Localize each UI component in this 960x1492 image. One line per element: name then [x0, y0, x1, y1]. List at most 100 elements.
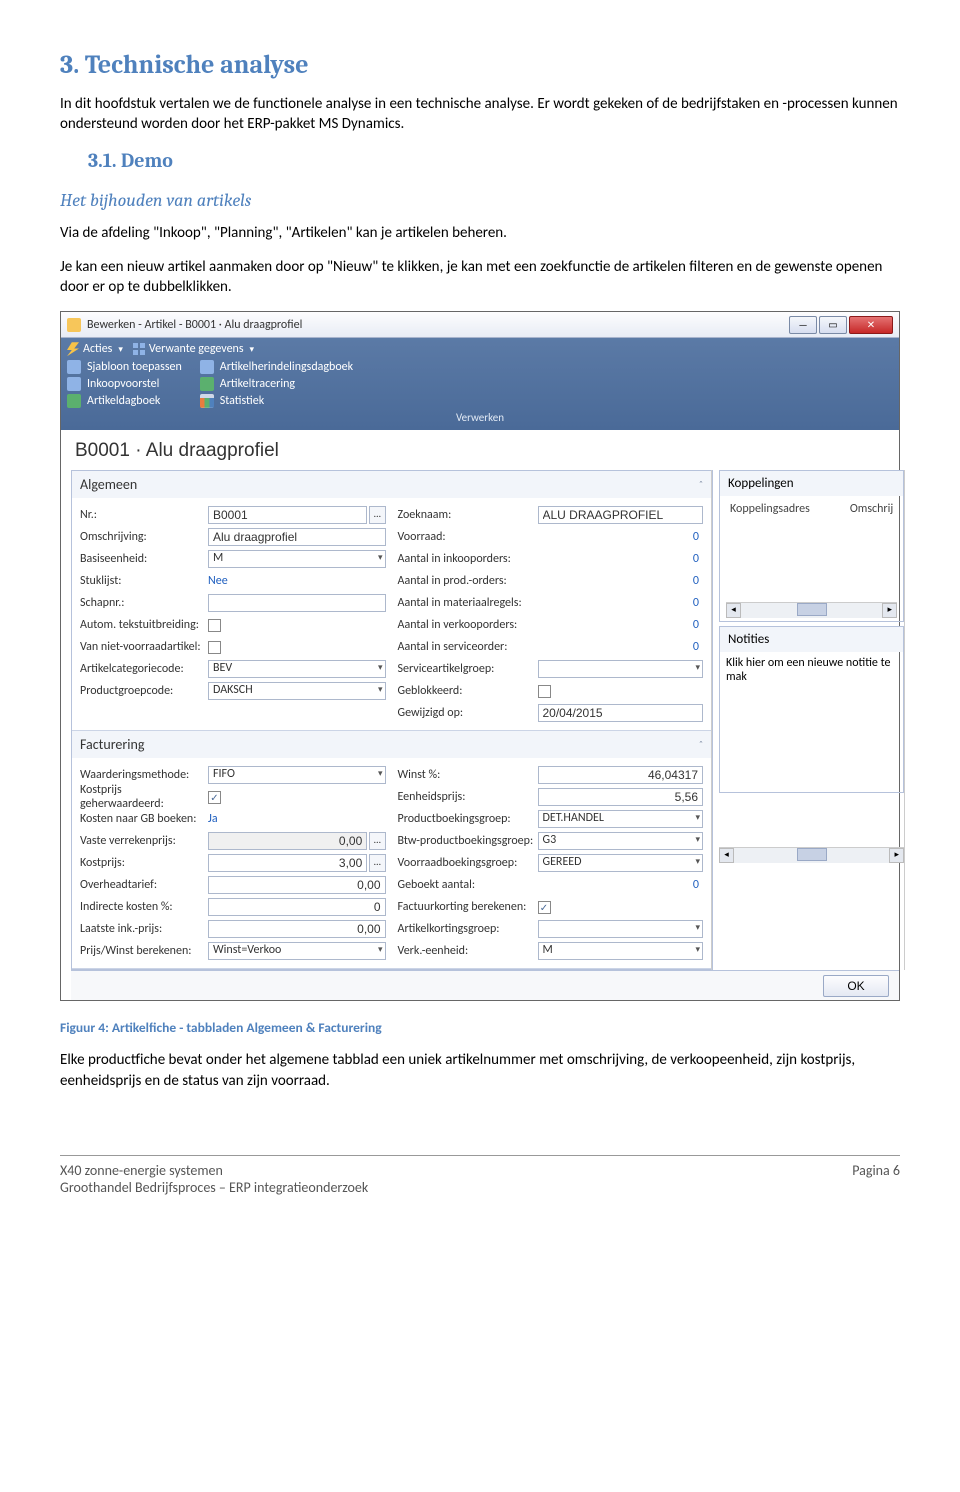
servgrp-dropdown[interactable] [538, 660, 704, 678]
label-kostprijs: Kostprijs: [80, 856, 208, 870]
trace-icon [200, 377, 214, 391]
para-3: Je kan een nieuw artikel aanmaken door o… [60, 257, 900, 298]
close-button[interactable]: ✕ [849, 316, 893, 334]
label-artcat: Artikelcategoriecode: [80, 662, 208, 676]
label-indirect: Indirecte kosten %: [80, 900, 208, 914]
vaste-lookup-button[interactable]: … [369, 832, 385, 850]
heading-2: 3.1. Demo [88, 149, 900, 172]
ribbon-statistiek[interactable]: Statistiek [200, 394, 353, 408]
mat-value[interactable]: 0 [538, 596, 704, 610]
label-inkoop: Aantal in inkooporders: [398, 552, 538, 566]
label-gebl: Geblokkeerd: [398, 684, 538, 698]
section-facturering-header[interactable]: Factureringˆ [72, 731, 711, 758]
nr-field[interactable] [208, 506, 367, 524]
ribbon-sjabloon[interactable]: Sjabloon toepassen [67, 360, 182, 374]
heading-3: Het bijhouden van artikels [60, 190, 900, 211]
kop-col-adres: Koppelingsadres [730, 502, 810, 516]
chart-icon [200, 394, 214, 408]
minimize-button[interactable]: — [789, 316, 817, 334]
lightning-icon [67, 342, 79, 356]
ribbon-tracering[interactable]: Artikeltracering [200, 377, 353, 391]
maximize-button[interactable]: ▭ [819, 316, 847, 334]
artk-dropdown[interactable] [538, 920, 704, 938]
window-title: Bewerken - Artikel - B0001 · Alu draagpr… [87, 318, 789, 332]
label-schapnr: Schapnr.: [80, 596, 208, 610]
label-overhead: Overheadtarief: [80, 878, 208, 892]
right-hscrollbar[interactable]: ◂▸ [719, 847, 904, 862]
gewij-field[interactable] [538, 704, 704, 722]
btw-dropdown[interactable]: G3 [538, 832, 704, 850]
kop-col-omschrij: Omschrij [850, 502, 893, 516]
ribbon-herindeling[interactable]: Artikelherindelingsdagboek [200, 360, 353, 374]
koppelingen-header[interactable]: Koppelingen [720, 471, 903, 496]
journal-icon [200, 360, 214, 374]
voorb-dropdown[interactable]: GEREED [538, 854, 704, 872]
waard-dropdown[interactable]: FIFO [208, 766, 386, 784]
label-vanniet: Van niet-voorraadartikel: [80, 640, 208, 654]
laatste-field[interactable] [208, 920, 386, 938]
omschrijving-field[interactable] [208, 528, 386, 546]
ribbon-artikeldagboek[interactable]: Artikeldagboek [67, 394, 182, 408]
label-servgrp: Serviceartikelgroep: [398, 662, 538, 676]
app-icon [67, 318, 81, 332]
para-2: Via de afdeling "Inkoop", "Planning", "A… [60, 223, 900, 243]
label-voorraad: Voorraad: [398, 530, 538, 544]
serv-value[interactable]: 0 [538, 640, 704, 654]
notities-header[interactable]: Notities [720, 627, 903, 652]
zoeknaam-field[interactable] [538, 506, 704, 524]
ok-button[interactable]: OK [823, 975, 889, 997]
inkoop-value[interactable]: 0 [538, 552, 704, 566]
right-vscrollbar[interactable] [904, 470, 905, 970]
autom-checkbox[interactable] [208, 619, 221, 632]
kostgb-link[interactable]: Ja [208, 812, 386, 826]
winst-field[interactable] [538, 766, 704, 784]
notities-hint[interactable]: Klik hier om een nieuwe notitie te mak [726, 656, 897, 684]
label-autom: Autom. tekstuitbreiding: [80, 618, 208, 632]
prod-value[interactable]: 0 [538, 574, 704, 588]
nr-lookup-button[interactable]: … [369, 506, 385, 524]
ribbon-inkoopvoorstel[interactable]: Inkoopvoorstel [67, 377, 182, 391]
grid-icon [133, 343, 145, 355]
factk-checkbox[interactable]: ✓ [538, 901, 551, 914]
voorraad-value[interactable]: 0 [538, 530, 704, 544]
label-vaste: Vaste verrekenprijs: [80, 834, 208, 848]
label-stuklijst: Stuklijst: [80, 574, 208, 588]
eenh-field[interactable] [538, 788, 704, 806]
geboekt-value[interactable]: 0 [538, 878, 704, 892]
vaste-field[interactable] [208, 832, 367, 850]
verwante-menu[interactable]: Verwante gegevens [133, 342, 254, 356]
verke-dropdown[interactable]: M [538, 942, 704, 960]
overhead-field[interactable] [208, 876, 386, 894]
acties-menu[interactable]: Acties [67, 342, 123, 356]
chevron-up-icon: ˆ [699, 738, 703, 751]
koppelingen-hscrollbar[interactable]: ◂▸ [726, 602, 897, 617]
label-waard: Waarderingsmethode: [80, 768, 208, 782]
artcat-dropdown[interactable]: BEV [208, 660, 386, 678]
verk-value[interactable]: 0 [538, 618, 704, 632]
label-verke: Verk.-eenheid: [398, 944, 538, 958]
label-serv: Aantal in serviceorder: [398, 640, 538, 654]
prodgrp-dropdown[interactable]: DAKSCH [208, 682, 386, 700]
kostprijs-field[interactable] [208, 854, 367, 872]
kostg-checkbox[interactable]: ✓ [208, 791, 221, 804]
section-algemeen-header[interactable]: Algemeenˆ [72, 471, 711, 498]
label-geboekt: Geboekt aantal: [398, 878, 538, 892]
footer-line1: X40 zonne-energie systemen [60, 1162, 368, 1179]
schapnr-field[interactable] [208, 594, 386, 612]
label-kostgb: Kosten naar GB boeken: [80, 812, 208, 826]
basiseenheid-dropdown[interactable]: M [208, 550, 386, 568]
label-verk: Aantal in verkooporders: [398, 618, 538, 632]
vanniet-checkbox[interactable] [208, 641, 221, 654]
indirect-field[interactable] [208, 898, 386, 916]
stuklijst-link[interactable]: Nee [208, 574, 386, 588]
titlebar: Bewerken - Artikel - B0001 · Alu draagpr… [61, 312, 899, 338]
chevron-up-icon: ˆ [699, 478, 703, 491]
kostprijs-lookup-button[interactable]: … [369, 854, 385, 872]
label-btw: Btw-productboekingsgroep: [398, 834, 538, 848]
label-prodb: Productboekingsgroep: [398, 812, 538, 826]
label-prod: Aantal in prod.-orders: [398, 574, 538, 588]
gebl-checkbox[interactable] [538, 685, 551, 698]
prodb-dropdown[interactable]: DET.HANDEL [538, 810, 704, 828]
label-winst: Winst %: [398, 768, 538, 782]
prijswinst-dropdown[interactable]: Winst=Verkoo [208, 942, 386, 960]
